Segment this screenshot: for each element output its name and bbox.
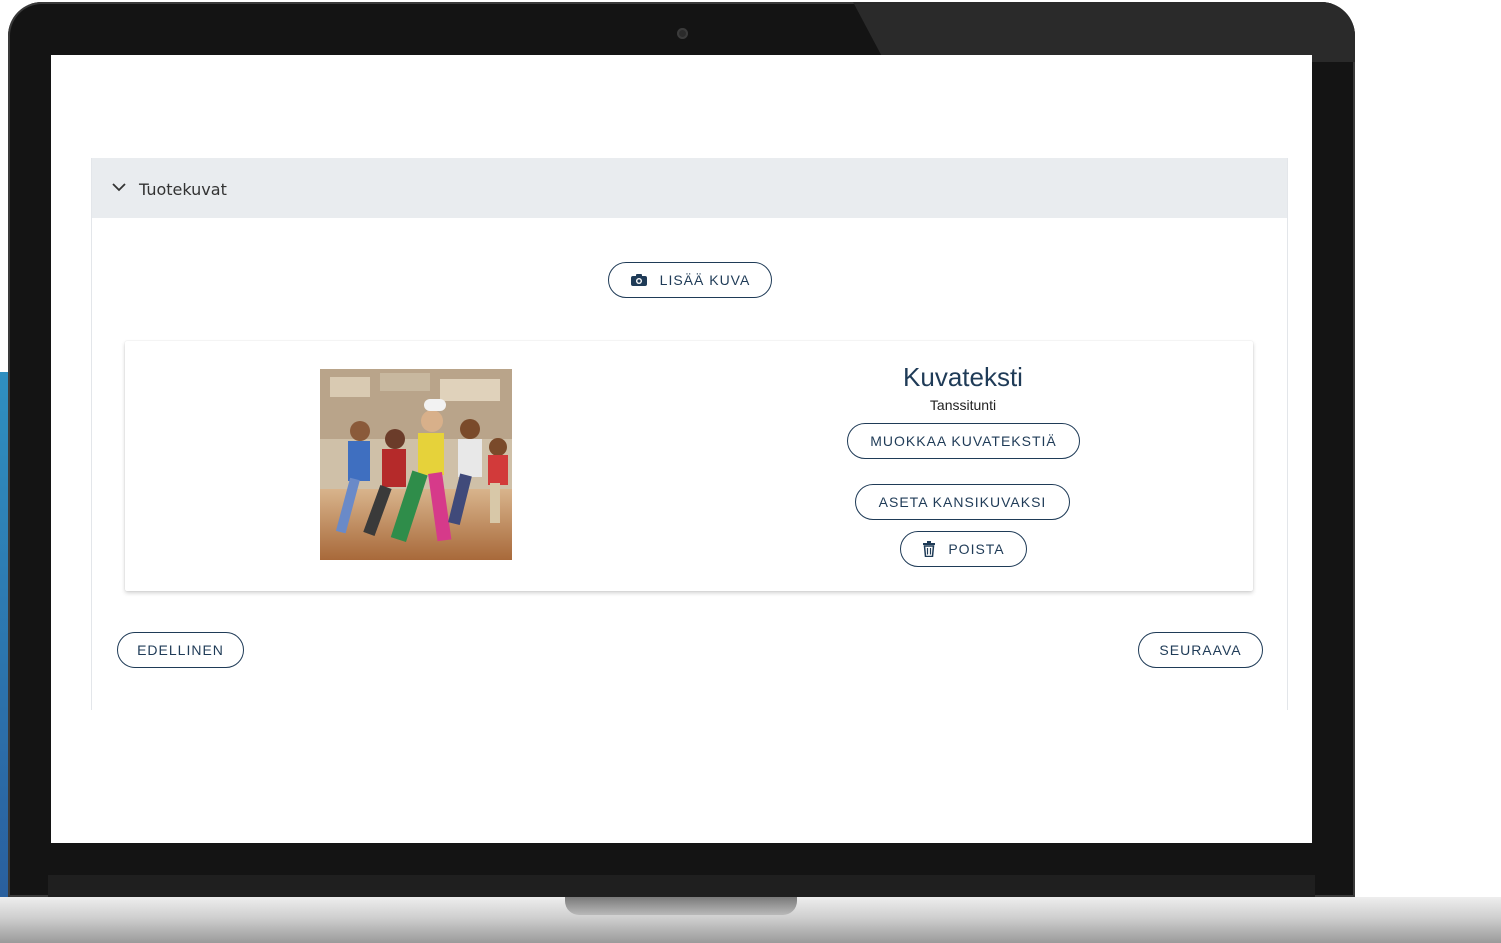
trash-icon xyxy=(922,541,936,557)
next-label: SEURAAVA xyxy=(1159,642,1242,658)
edit-caption-button[interactable]: MUOKKAA KUVATEKSTIÄ xyxy=(847,423,1080,459)
caption-value: Tanssitunti xyxy=(929,397,997,413)
caption-heading: Kuvateksti xyxy=(903,362,1023,392)
delete-button[interactable]: POISTA xyxy=(900,531,1027,567)
delete-label: POISTA xyxy=(948,541,1005,557)
webcam xyxy=(677,28,688,39)
camera-icon xyxy=(630,273,648,287)
image-card: Kuvateksti Tanssitunti MUOKKAA KUVATEKST… xyxy=(125,341,1253,591)
panel-title: Tuotekuvat xyxy=(139,180,227,199)
previous-button[interactable]: EDELLINEN xyxy=(117,632,244,668)
laptop-bezel-bottom xyxy=(48,875,1315,897)
chevron-down-icon[interactable] xyxy=(112,182,126,192)
lid-glare xyxy=(853,2,1355,62)
add-image-label: LISÄÄ KUVA xyxy=(659,272,751,288)
edit-caption-label: MUOKKAA KUVATEKSTIÄ xyxy=(870,433,1057,449)
panel-header[interactable]: Tuotekuvat xyxy=(92,158,1287,218)
screen: Tuotekuvat LISÄÄ KUVA Kuvateksti Tanssit… xyxy=(51,55,1312,843)
product-photo xyxy=(320,369,512,560)
laptop-frame: Tuotekuvat LISÄÄ KUVA Kuvateksti Tanssit… xyxy=(8,2,1355,897)
previous-label: EDELLINEN xyxy=(137,642,224,658)
set-cover-button[interactable]: ASETA KANSIKUVAKSI xyxy=(855,484,1070,520)
laptop-base-notch xyxy=(565,897,797,915)
set-cover-label: ASETA KANSIKUVAKSI xyxy=(878,494,1047,510)
add-image-button[interactable]: LISÄÄ KUVA xyxy=(608,262,772,298)
next-button[interactable]: SEURAAVA xyxy=(1138,632,1263,668)
product-images-panel: Tuotekuvat LISÄÄ KUVA Kuvateksti Tanssit… xyxy=(91,158,1288,710)
